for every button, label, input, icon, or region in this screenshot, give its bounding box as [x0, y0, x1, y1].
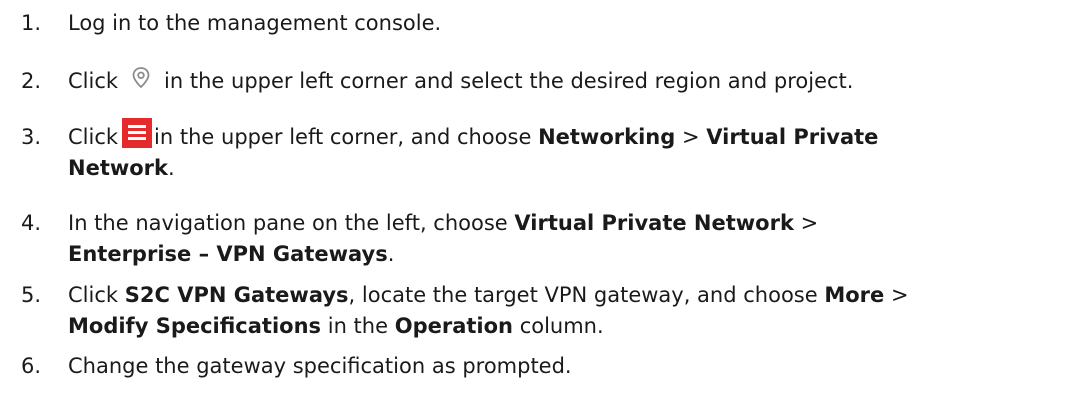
step-5: 5. Click S2C VPN Gateways, locate the ta…: [0, 280, 1068, 342]
step-number: 3.: [21, 125, 42, 149]
operation-column: Operation: [394, 314, 513, 338]
step-6: 6. Change the gateway specification as p…: [0, 351, 1068, 382]
modify-specifications-option: Modify Specifications: [68, 314, 322, 338]
step-number: 1.: [21, 11, 42, 35]
step-text-rest: in the upper left corner and select the …: [164, 69, 854, 93]
step-number: 5.: [21, 283, 42, 307]
step-text-mid: in the: [327, 314, 389, 338]
menu-path-enterprise-gateways: Enterprise – VPN Gateways: [68, 242, 388, 266]
step-number: 4.: [21, 211, 42, 235]
step-end: column.: [519, 314, 604, 338]
step-number: 6.: [21, 354, 42, 378]
step-text: Click: [68, 69, 119, 93]
step-text: In the navigation pane on the left, choo…: [68, 211, 508, 235]
tab-s2c-vpn-gateways: S2C VPN Gateways: [124, 283, 349, 307]
path-separator: >: [681, 125, 700, 149]
menu-path-vpn-part2: Network: [68, 156, 169, 180]
procedure-steps: 1. Log in to the management console. 2. …: [0, 0, 1076, 394]
step-end: .: [168, 156, 175, 180]
menu-icon: [122, 118, 153, 148]
menu-path-vpn-part1: Virtual Private: [706, 125, 879, 149]
step-text-rest: in the upper left corner, and choose: [154, 125, 532, 149]
more-option: More: [824, 283, 885, 307]
step-text: Click: [68, 283, 119, 307]
step-text: Change the gateway specification as prom…: [68, 354, 572, 378]
path-separator: >: [800, 211, 819, 235]
step-3: 3. Click in the upper left corner, and ch…: [0, 118, 1068, 184]
step-end: .: [387, 242, 395, 266]
step-4: 4. In the navigation pane on the left, c…: [0, 208, 1068, 270]
menu-path-vpn: Virtual Private Network: [514, 211, 794, 235]
step-text-mid: , locate the target VPN gateway, and cho…: [348, 283, 818, 307]
step-number: 2.: [21, 69, 42, 93]
step-2: 2. Click in the upper left corner and sel…: [0, 66, 1068, 97]
path-separator: >: [890, 283, 909, 307]
menu-path-networking: Networking: [538, 125, 676, 149]
step-1: 1. Log in to the management console.: [0, 8, 1068, 39]
step-text: Click: [68, 125, 119, 149]
location-pin-icon: [122, 66, 162, 97]
step-text: Log in to the management console.: [68, 11, 442, 35]
